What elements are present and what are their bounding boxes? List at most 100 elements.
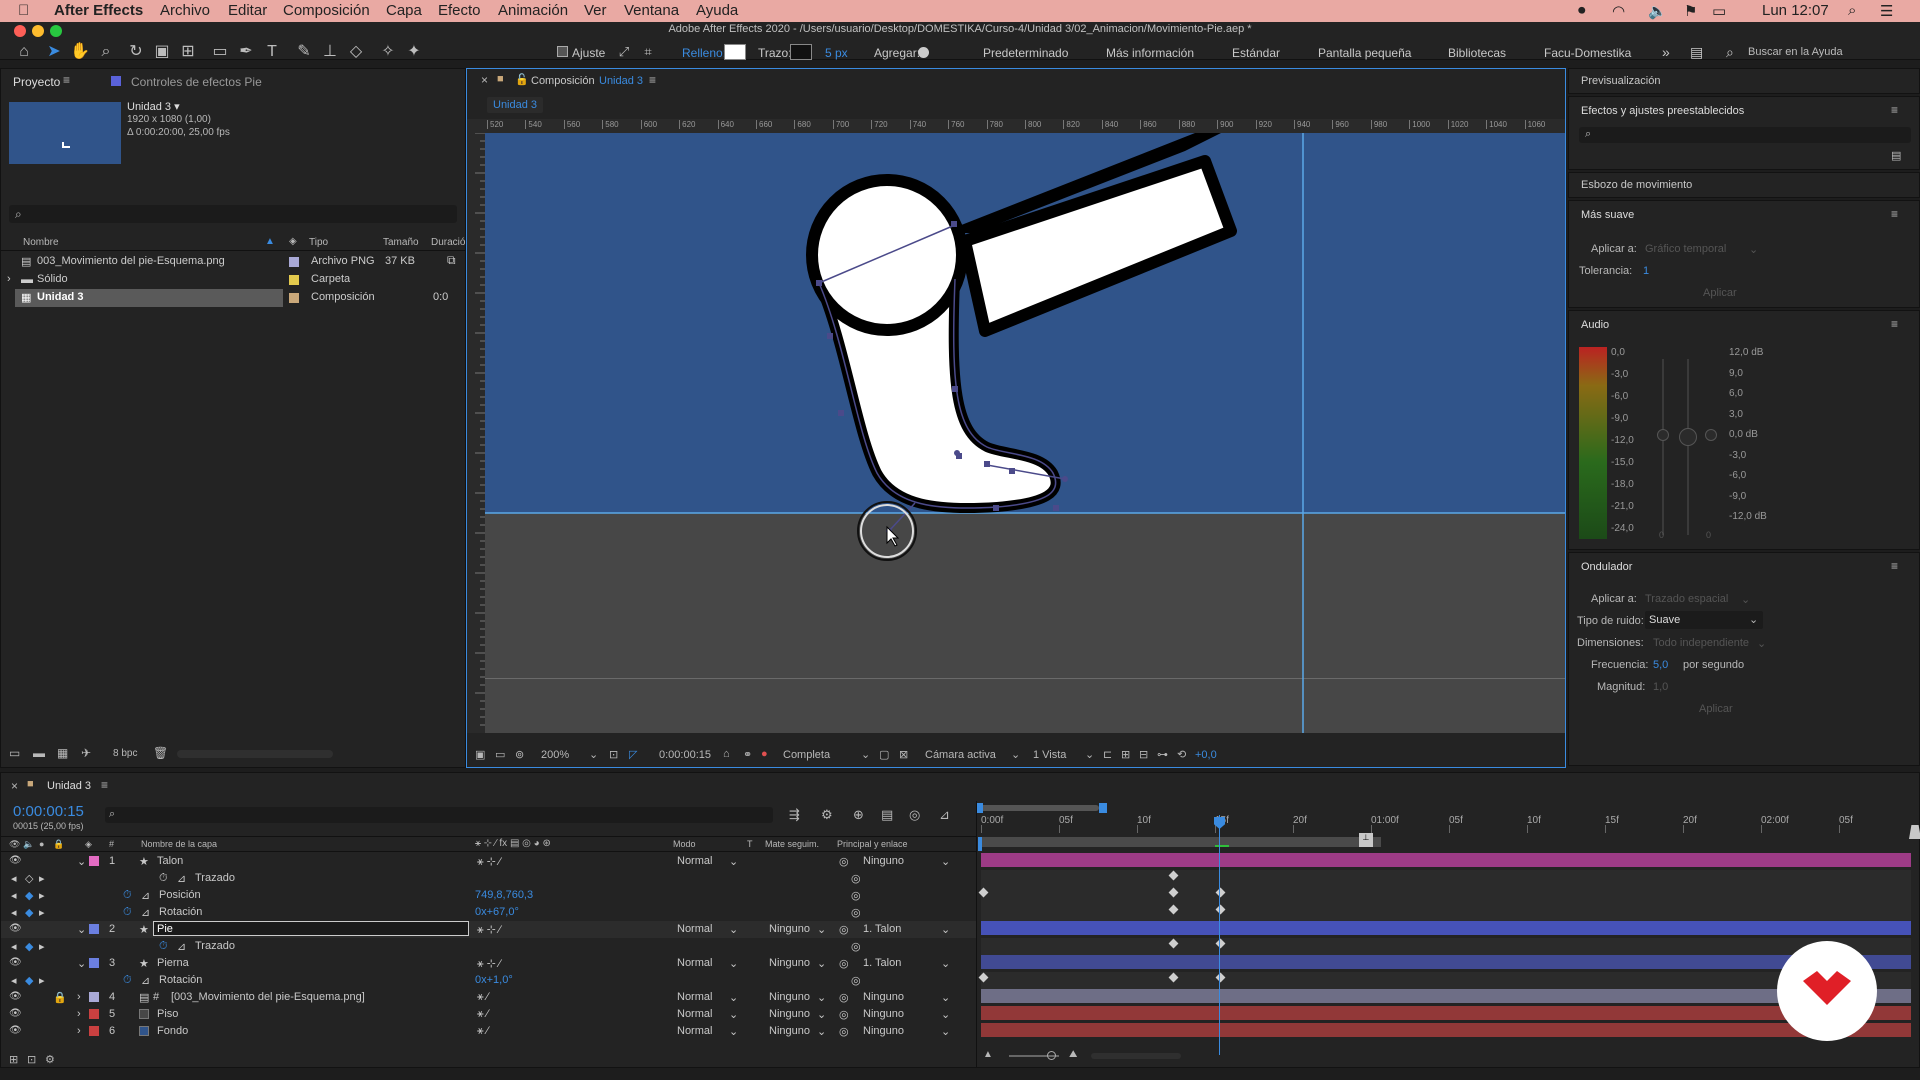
grid-icon[interactable]: ⊠ [899,748,908,761]
parent-select[interactable]: Ninguno [863,1025,904,1037]
relleno-label[interactable]: Relleno: [682,46,726,60]
flowchart-icon[interactable]: ⊶ [1157,748,1168,761]
eraser-tool-icon[interactable]: ◇ [346,42,366,62]
layer-row[interactable]: 👁 › 6 Fondo ⚹ ∕ Normal ⌄ Ninguno ⌄ ◎ Nin… [1,1023,976,1040]
parent-select[interactable]: Ninguno [863,1008,904,1020]
new-comp-icon[interactable]: ▦ [57,746,68,760]
timeline-scroll[interactable] [1091,1053,1181,1059]
region-icon[interactable]: ▢ [879,748,889,761]
project-item[interactable]: ▤ 003_Movimiento del pie-Esquema.png Arc… [1,253,467,271]
menu-capa[interactable]: Capa [386,2,422,19]
pick-whip-icon[interactable]: ◎ [839,855,849,868]
property-row[interactable]: ◂ ◆ ▸ ⏱ ⊿ Trazado ◎ [1,938,976,955]
keyframe-nav-icon[interactable]: ◂ [11,974,17,987]
brush-tool-icon[interactable]: ✎ [294,42,314,62]
more-workspaces-icon[interactable]: » [1662,44,1670,60]
keyframe-nav-icon[interactable]: ▸ [39,974,45,987]
tab-composicion[interactable]: Composición [531,75,595,87]
shy-icon[interactable]: ⊕ [853,807,864,823]
tolerance-value[interactable]: 1 [1643,265,1649,277]
layer-label-color[interactable] [89,958,99,968]
zoom-select[interactable]: 200% [541,749,569,761]
zoom-out-icon[interactable]: ▲ [983,1049,993,1060]
keyframe-icon[interactable]: ◆ [25,940,33,953]
pick-whip-icon[interactable]: ◎ [851,940,861,953]
layer-bar-talon[interactable] [981,853,1911,867]
keyframe-nav-icon[interactable]: ▸ [39,906,45,919]
work-area-bar[interactable] [981,837,1381,847]
puppet-tool-icon[interactable]: ✦ [404,42,424,62]
keyframe-icon[interactable]: ◆ [25,906,33,919]
layer-row[interactable]: 👁 🔒 › 4 ▤ # [003_Movimiento del pie-Esqu… [1,989,976,1006]
timeline-tab[interactable]: Unidad 3 [47,780,91,792]
pick-whip-icon[interactable]: ◎ [839,923,849,936]
mode-select[interactable]: Normal [677,855,712,867]
col-layer-name[interactable]: Nombre de la capa [141,839,217,849]
battery-icon[interactable]: ▭ [1712,2,1726,20]
project-item[interactable]: ▦ Unidad 3 Composición 0:0 [1,289,467,307]
exposure-value[interactable]: +0,0 [1195,749,1217,761]
draft-3d-icon[interactable]: ⚙ [821,807,833,823]
layer-search-input[interactable]: ⌕ [105,807,773,823]
matte-select[interactable]: Ninguno [769,923,810,935]
chevron-down-icon[interactable]: ⌄ [1085,748,1094,761]
vertical-ruler[interactable] [467,132,485,733]
expand-icon[interactable]: › [7,273,11,285]
keyframe-nav-icon[interactable]: ▸ [39,940,45,953]
stopwatch-icon[interactable]: ⏱ [123,974,132,987]
preview-icon[interactable]: ▣ [475,748,485,761]
tab-controles-efectos[interactable]: Controles de efectos Pie [131,75,262,89]
wifi-icon[interactable]: ◠ [1612,2,1625,20]
stroke-swatch[interactable] [790,44,812,60]
switches-icon[interactable]: ⚹ ⊹ ∕ fx ▤ ◎ ◕ ⊛ [475,838,551,849]
apply-to-select[interactable]: Gráfico temporal [1645,243,1726,255]
col-tipo[interactable]: Tipo [309,237,328,248]
resolution-select[interactable]: Completa [783,749,830,761]
menu-ver[interactable]: Ver [584,2,607,19]
menu-efecto[interactable]: Efecto [438,2,481,19]
chevron-down-icon[interactable]: ⌄ [729,923,738,936]
chevron-down-icon[interactable]: ⌄ [729,855,738,868]
keyframe-nav-icon[interactable]: ▸ [39,889,45,902]
layer-label-color[interactable] [89,992,99,1002]
layer-name-edit-box[interactable] [153,921,469,936]
property-row[interactable]: ◂ ◆ ▸ ⏱ ⊿ Rotación 0x+67,0° ◎ [1,904,976,921]
panel-menu-icon[interactable]: ≡ [1891,559,1898,573]
matte-select[interactable]: Ninguno [769,991,810,1003]
wiggler-apply-button[interactable]: Aplicar [1699,703,1733,715]
panel-menu-icon[interactable]: ≡ [63,73,70,87]
expand-icon[interactable]: ⌄ [77,957,86,970]
sort-icon[interactable]: ▲ [265,236,275,247]
audio-slider-handle[interactable] [1657,429,1669,441]
snap-icon[interactable]: ⤢ [614,42,634,62]
noise-type-select[interactable]: Suave ⌄ [1645,611,1763,629]
pick-whip-icon[interactable]: ◎ [851,872,861,885]
chevron-down-icon[interactable]: ⌄ [729,957,738,970]
smoother-title[interactable]: Más suave [1581,209,1634,221]
menu-ayuda[interactable]: Ayuda [696,2,738,19]
ankle-joint[interactable] [806,174,968,336]
ajuste-checkbox[interactable] [557,46,568,57]
wiggler-apply-to-select[interactable]: Trazado espacial [1645,593,1728,605]
eye-icon[interactable]: 👁 [9,957,22,968]
graph-icon[interactable]: ⊿ [177,940,186,953]
pick-whip-icon[interactable]: ◎ [851,974,861,987]
comp-name[interactable]: Unidad 3 ▾ [127,100,180,113]
workspace-pantalla-pequena[interactable]: Pantalla pequeña [1318,46,1411,60]
workspace-predeterminado[interactable]: Predeterminado [983,46,1068,60]
trash-icon[interactable]: 🗑 [153,746,168,760]
monitor-icon[interactable]: ▭ [495,748,505,761]
keyframe-icon[interactable]: ◆ [25,974,33,987]
tab-proyecto[interactable]: Proyecto [13,75,60,89]
app-menu[interactable]: After Effects [54,2,143,19]
menu-editar[interactable]: Editar [228,2,267,19]
smoother-apply-button[interactable]: Aplicar [1703,287,1737,299]
chevron-down-icon[interactable]: ⌄ [729,991,738,1004]
matte-select[interactable]: Ninguno [769,957,810,969]
agregar-label[interactable]: Agregar: [874,46,920,60]
views-select[interactable]: 1 Vista [1033,749,1066,761]
layer-name[interactable]: Piso [157,1008,178,1020]
label-color[interactable] [289,293,299,303]
pick-whip-icon[interactable]: ◎ [851,889,861,902]
shy-switch-icon[interactable]: ⚹ ∕ [477,991,489,1004]
